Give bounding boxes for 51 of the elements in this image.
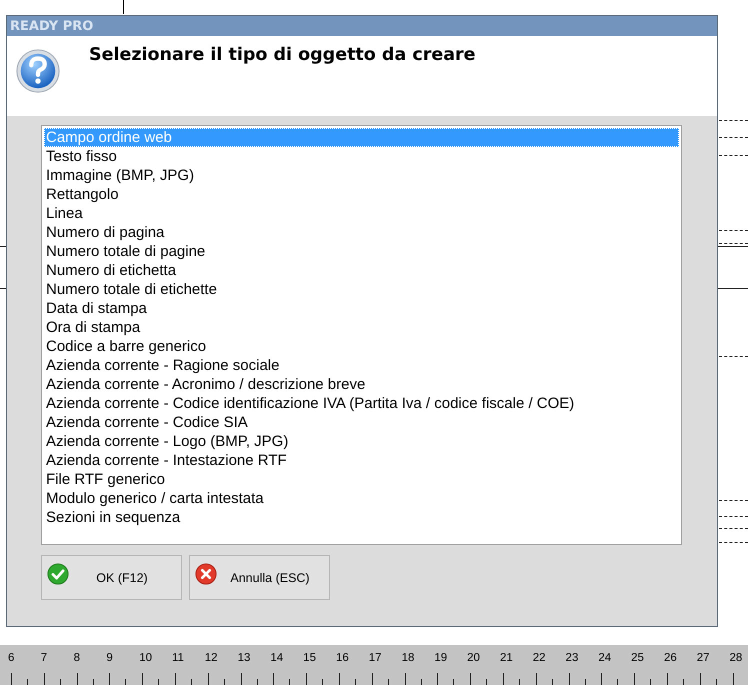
ruler-number: 25 (631, 651, 645, 665)
list-item[interactable]: Azienda corrente - Codice identificazione IVA (Partita Iva / codice fiscale / COE) (44, 394, 679, 413)
ruler-number: 22 (532, 651, 547, 665)
ruler-number: 15 (303, 651, 317, 665)
ruler-number: 16 (336, 651, 350, 665)
list-item[interactable]: Azienda corrente - Acronimo / descrizione breve (44, 375, 679, 394)
checkmark-icon (47, 562, 69, 584)
cancel-button[interactable]: Annulla (ESC) (189, 555, 330, 600)
ruler-number: 13 (238, 651, 252, 665)
question-icon (15, 48, 61, 94)
list-item[interactable]: Azienda corrente - Ragione sociale (44, 356, 679, 375)
ruler-number: 14 (270, 651, 284, 665)
ok-button[interactable]: OK (F12) (41, 555, 182, 600)
list-item[interactable]: Rettangolo (44, 185, 679, 204)
window-title: READY PRO (10, 18, 94, 34)
list-item[interactable]: Ora di stampa (44, 318, 679, 337)
ruler-number: 17 (368, 651, 383, 665)
ruler-number: 26 (664, 651, 678, 665)
list-item[interactable]: Testo fisso (44, 147, 679, 166)
ruler-number: 23 (566, 651, 580, 665)
list-item[interactable]: Immagine (BMP, JPG) (44, 166, 679, 185)
list-item[interactable]: Azienda corrente - Codice SIA (44, 413, 679, 432)
list-item[interactable]: Sezioni in sequenza (44, 508, 679, 527)
list-item[interactable]: Numero totale di etichette (44, 280, 679, 299)
list-item[interactable]: Codice a barre generico (44, 337, 679, 356)
ruler-number: 7 (40, 651, 48, 665)
dialog-message: Selezionare il tipo di oggetto da creare (89, 45, 476, 65)
ruler-number: 18 (402, 651, 416, 665)
ruler-number: 9 (106, 651, 114, 665)
list-item[interactable]: Numero totale di pagine (44, 242, 679, 261)
list-item[interactable]: Numero di pagina (44, 223, 679, 242)
ruler-number: 27 (696, 651, 711, 665)
list-item[interactable]: Data di stampa (44, 299, 679, 318)
close-icon (195, 562, 217, 584)
ruler-number: 24 (598, 651, 612, 665)
ruler-number: 8 (74, 651, 81, 665)
list-item[interactable]: Linea (44, 204, 679, 223)
ruler-number: 19 (434, 651, 448, 665)
list-item[interactable]: Azienda corrente - Logo (BMP, JPG) (44, 432, 679, 451)
object-type-list[interactable] (41, 125, 682, 545)
ruler-number: 10 (139, 651, 153, 665)
ruler-number: 28 (730, 651, 744, 665)
ruler-number: 12 (204, 651, 219, 665)
list-item[interactable]: Numero di etichetta (44, 261, 679, 280)
list-item[interactable]: File RTF generico (44, 470, 679, 489)
ruler-number: 6 (8, 651, 16, 665)
ruler-number: 21 (500, 651, 514, 665)
list-item[interactable]: Modulo generico / carta intestata (44, 489, 679, 508)
ruler-number: 20 (467, 651, 481, 665)
list-item[interactable]: Azienda corrente - Intestazione RTF (44, 451, 679, 470)
ruler-number: 11 (172, 651, 185, 665)
